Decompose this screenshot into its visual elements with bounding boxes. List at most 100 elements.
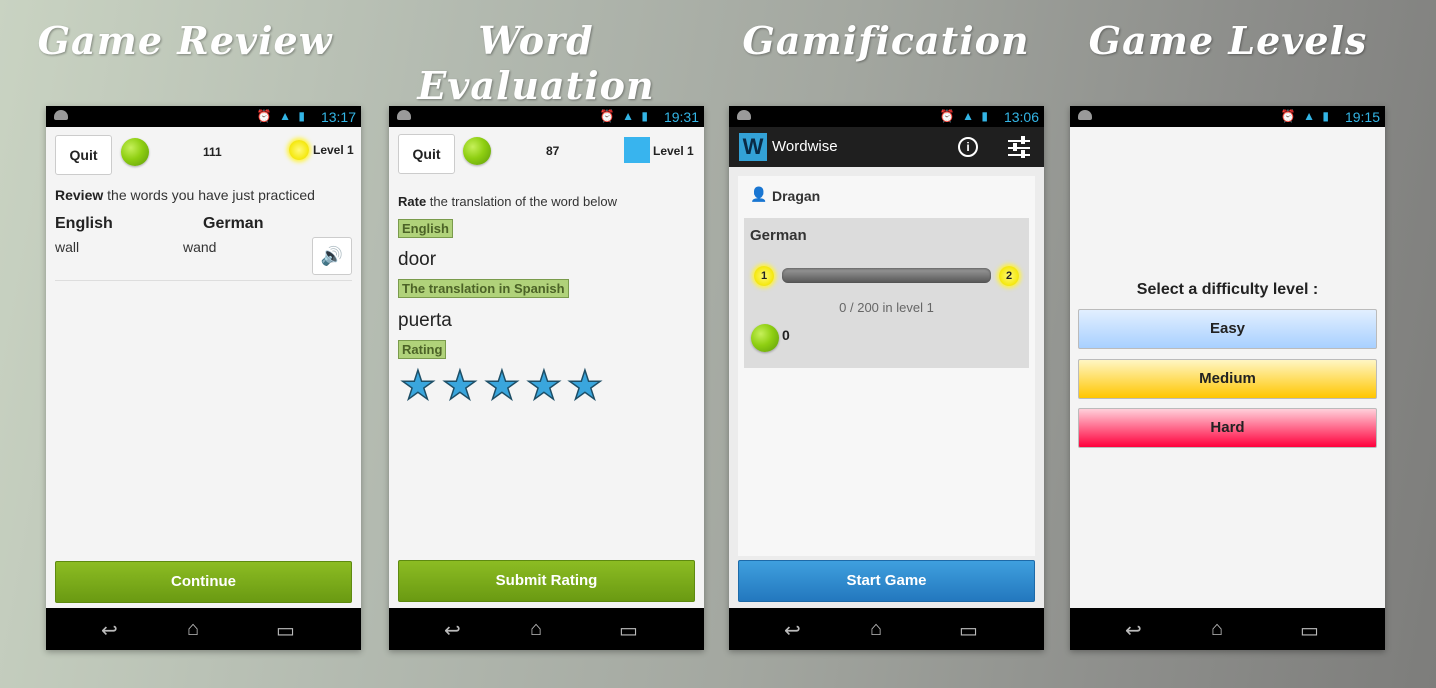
rating-star-3[interactable]: ★	[483, 365, 520, 407]
nav-bar: ↩ ⌂ ▭	[46, 608, 361, 650]
level-label: Level 1	[313, 143, 354, 157]
action-bar: W Wordwise i	[729, 127, 1044, 167]
continue-button[interactable]: Continue	[55, 561, 352, 603]
coin-icon	[463, 137, 491, 165]
rating-star-5[interactable]: ★	[566, 365, 603, 407]
caption-game-levels: Game Levels	[1088, 18, 1368, 63]
android-icon	[737, 110, 751, 120]
wordwise-logo: W	[739, 133, 767, 161]
translated-word: puerta	[398, 310, 452, 331]
word-german: wand	[183, 239, 217, 255]
language-progress-panel: German 1 2 0 / 200 in level 1 0	[744, 218, 1029, 368]
nav-bar: ↩ ⌂ ▭	[729, 608, 1044, 650]
speaker-button[interactable]: 🔊	[312, 237, 352, 275]
status-bar: ⏰ ▲ ▮ 19:15	[1070, 106, 1385, 127]
level-label: Level 1	[653, 144, 694, 158]
back-icon[interactable]: ↩	[444, 618, 461, 643]
game-levels-content: Select a difficulty level : Easy Medium …	[1070, 127, 1385, 608]
word-evaluation-content: Quit 87 Level 1 Rate the translation of …	[389, 127, 704, 608]
hard-button[interactable]: Hard	[1078, 408, 1377, 448]
language-name: German	[750, 227, 807, 244]
home-icon[interactable]: ⌂	[187, 618, 199, 641]
recents-icon[interactable]: ▭	[276, 618, 295, 643]
phone-game-review: ⏰ ▲ ▮ 13:17 Quit 111 Level 1 Review the …	[46, 106, 361, 650]
back-icon[interactable]: ↩	[101, 618, 118, 643]
coin-count: 0	[782, 327, 790, 343]
level-start-number: 1	[760, 270, 768, 282]
phone-gamification: ⏰ ▲ ▮ 13:06 W Wordwise i 👤 Dragan German…	[729, 106, 1044, 650]
user-icon: 👤	[750, 186, 768, 202]
medium-button[interactable]: Medium	[1078, 359, 1377, 399]
home-icon[interactable]: ⌂	[1211, 618, 1223, 641]
review-instruction: Review the words you have just practiced	[55, 187, 315, 203]
source-word: door	[398, 249, 437, 270]
coin-icon	[751, 324, 779, 352]
review-rest: the words you have just practiced	[103, 187, 315, 203]
quit-button[interactable]: Quit	[55, 135, 112, 175]
settings-sliders-icon[interactable]	[1008, 136, 1030, 158]
status-icons: ⏰ ▲ ▮	[1280, 109, 1331, 123]
rating-star-2[interactable]: ★	[441, 365, 478, 407]
android-icon	[54, 110, 68, 120]
gamification-content: W Wordwise i 👤 Dragan German 1 2 0 / 200…	[729, 127, 1044, 608]
phone-word-evaluation: ⏰ ▲ ▮ 19:31 Quit 87 Level 1 Rate the tra…	[389, 106, 704, 650]
divider	[55, 280, 352, 281]
rate-bold: Rate	[398, 194, 427, 209]
level-end-badge: 2	[999, 266, 1019, 286]
back-icon[interactable]: ↩	[1125, 618, 1142, 643]
quit-button[interactable]: Quit	[398, 134, 455, 174]
level-square-icon	[624, 137, 650, 163]
difficulty-prompt: Select a difficulty level :	[1136, 281, 1319, 298]
caption-game-review: Game Review	[37, 18, 333, 63]
home-icon[interactable]: ⌂	[870, 618, 882, 641]
tag-rating: Rating	[398, 340, 447, 359]
score-value: 111	[203, 145, 222, 159]
progress-text: 0 / 200 in level 1	[839, 300, 934, 315]
nav-bar: ↩ ⌂ ▭	[389, 608, 704, 650]
rate-rest: the translation of the word below	[426, 194, 617, 209]
status-time: 13:06	[1003, 109, 1039, 125]
tag-translation: The translation in Spanish	[398, 279, 569, 298]
review-bold: Review	[55, 187, 104, 203]
info-icon[interactable]: i	[958, 137, 978, 157]
recents-icon[interactable]: ▭	[1300, 618, 1319, 643]
status-time: 13:17	[320, 109, 356, 125]
phone-game-levels: ⏰ ▲ ▮ 19:15 Select a difficulty level : …	[1070, 106, 1385, 650]
android-icon	[1078, 110, 1092, 120]
status-time: 19:15	[1344, 109, 1380, 125]
status-time: 19:31	[663, 109, 699, 125]
tag-english: English	[398, 219, 453, 238]
recents-icon[interactable]: ▭	[959, 618, 978, 643]
android-icon	[397, 110, 411, 120]
caption-gamification: Gamification	[742, 18, 1030, 63]
recents-icon[interactable]: ▭	[619, 618, 638, 643]
status-bar: ⏰ ▲ ▮ 13:17	[46, 106, 361, 127]
game-review-content: Quit 111 Level 1 Review the words you ha…	[46, 127, 361, 608]
level-progress-bar	[782, 268, 991, 283]
coin-icon	[121, 138, 149, 166]
status-icons: ⏰ ▲ ▮	[256, 109, 307, 123]
score-value: 87	[546, 144, 560, 158]
status-icons: ⏰ ▲ ▮	[939, 109, 990, 123]
column-header-german: German	[203, 215, 264, 232]
rating-star-4[interactable]: ★	[525, 365, 562, 407]
level-end-number: 2	[1005, 270, 1013, 282]
status-bar: ⏰ ▲ ▮ 19:31	[389, 106, 704, 127]
speaker-icon: 🔊	[320, 246, 344, 266]
home-icon[interactable]: ⌂	[530, 618, 542, 641]
status-icons: ⏰ ▲ ▮	[599, 109, 650, 123]
column-header-english: English	[55, 215, 113, 232]
status-bar: ⏰ ▲ ▮ 13:06	[729, 106, 1044, 127]
user-name: Dragan	[772, 188, 821, 204]
easy-button[interactable]: Easy	[1078, 309, 1377, 349]
rate-instruction: Rate the translation of the word below	[398, 194, 617, 209]
profile-card: 👤 Dragan German 1 2 0 / 200 in level 1 0	[738, 176, 1035, 556]
start-game-button[interactable]: Start Game	[738, 560, 1035, 602]
submit-rating-button[interactable]: Submit Rating	[398, 560, 695, 602]
back-icon[interactable]: ↩	[784, 618, 801, 643]
sun-level-icon	[289, 140, 309, 160]
rating-star-1[interactable]: ★	[399, 365, 436, 407]
level-start-badge: 1	[754, 266, 774, 286]
caption-word-evaluation: Word Evaluation	[417, 18, 655, 108]
word-english: wall	[55, 239, 80, 255]
